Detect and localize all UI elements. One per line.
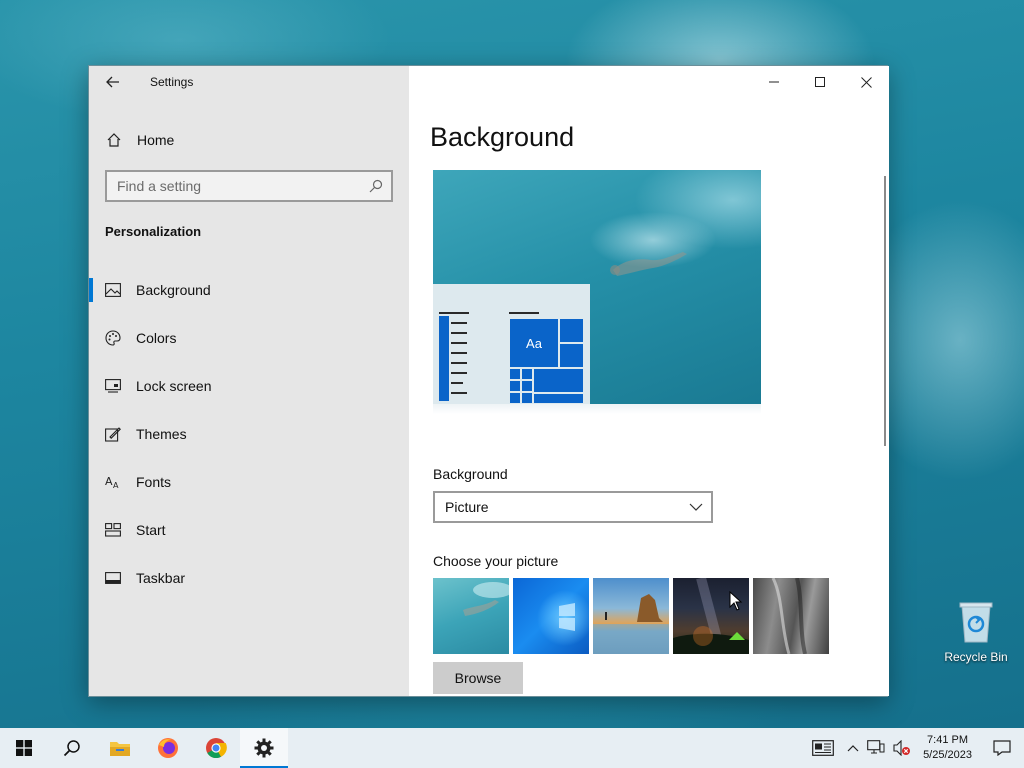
window-controls — [751, 66, 889, 98]
system-tray: 7:41 PM 5/25/2023 — [803, 728, 1024, 768]
browse-button[interactable]: Browse — [433, 662, 523, 694]
notification-icon — [993, 740, 1011, 756]
search-icon — [63, 740, 80, 757]
background-preview: Aa — [433, 170, 761, 404]
lock-screen-icon — [89, 379, 136, 393]
picture-thumbnail-1[interactable] — [433, 578, 509, 654]
chevron-down-icon — [689, 503, 703, 511]
search-placeholder: Find a setting — [117, 178, 202, 194]
picture-thumbnail-5[interactable] — [753, 578, 829, 654]
themes-icon — [89, 426, 136, 442]
windows-start-icon — [16, 740, 32, 756]
chrome-icon — [206, 738, 227, 759]
sidebar-item-label: Taskbar — [136, 570, 186, 586]
news-widget-button[interactable] — [803, 728, 843, 768]
swimmer-figure — [610, 252, 687, 276]
background-type-dropdown[interactable]: Picture — [433, 491, 713, 523]
volume-button[interactable] — [889, 728, 915, 768]
taskbar-icon — [89, 572, 136, 584]
title-bar: Settings — [89, 66, 409, 98]
mouse-cursor-icon — [729, 591, 743, 611]
clock-date: 5/25/2023 — [923, 749, 972, 761]
firefox-icon — [158, 738, 178, 758]
sidebar-item-label: Fonts — [136, 474, 172, 490]
clock-time: 7:41 PM — [927, 734, 969, 746]
chrome-button[interactable] — [192, 728, 240, 768]
network-icon — [867, 740, 885, 754]
fonts-icon: AA — [89, 475, 136, 489]
sidebar-item-label: Background — [136, 282, 211, 298]
settings-taskbar-button[interactable] — [240, 728, 288, 768]
preview-start-menu: Aa — [433, 284, 590, 404]
search-input[interactable]: Find a setting — [105, 170, 393, 202]
maximize-button[interactable] — [797, 66, 843, 98]
sidebar-item-themes[interactable]: Themes — [89, 410, 409, 458]
sidebar-item-fonts[interactable]: AA Fonts — [89, 458, 409, 506]
firefox-button[interactable] — [144, 728, 192, 768]
sidebar-item-start[interactable]: Start — [89, 506, 409, 554]
sidebar-item-label: Start — [136, 522, 166, 538]
file-explorer-icon — [110, 742, 130, 756]
start-button[interactable] — [0, 728, 48, 768]
scrollbar[interactable] — [884, 176, 886, 446]
picture-thumbnail-2[interactable] — [513, 578, 589, 654]
settings-window: Settings Home Find a setting Personaliza… — [88, 65, 889, 697]
recycle-bin-label: Recycle Bin — [944, 650, 1008, 664]
taskbar: 7:41 PM 5/25/2023 — [0, 728, 1024, 768]
settings-sidebar: Settings Home Find a setting Personaliza… — [89, 66, 409, 696]
page-title: Background — [430, 122, 575, 152]
close-icon — [860, 76, 872, 88]
app-title: Settings — [150, 75, 194, 89]
back-button[interactable] — [89, 66, 137, 98]
news-icon — [812, 740, 834, 756]
preview-tile-aa: Aa — [509, 318, 559, 368]
picture-thumbnail-3[interactable] — [593, 578, 669, 654]
show-hidden-icons-button[interactable] — [843, 728, 863, 768]
sidebar-item-colors[interactable]: Colors — [89, 314, 409, 362]
chevron-up-icon — [847, 745, 859, 752]
sidebar-item-label: Themes — [136, 426, 187, 442]
picture-thumbnails — [433, 578, 829, 654]
notifications-button[interactable] — [980, 728, 1024, 768]
maximize-icon — [815, 77, 825, 87]
network-button[interactable] — [863, 728, 889, 768]
sidebar-item-taskbar[interactable]: Taskbar — [89, 554, 409, 602]
svg-text:A: A — [105, 475, 113, 488]
home-nav-item[interactable]: Home — [89, 122, 409, 158]
svg-text:A: A — [113, 481, 119, 489]
recycle-bin-icon — [958, 600, 994, 644]
section-title: Personalization — [105, 224, 202, 239]
close-button[interactable] — [843, 66, 889, 98]
sidebar-item-lock-screen[interactable]: Lock screen — [89, 362, 409, 410]
choose-picture-label: Choose your picture — [433, 553, 559, 569]
back-arrow-icon — [106, 76, 119, 88]
clock[interactable]: 7:41 PM 5/25/2023 — [915, 733, 980, 763]
start-icon — [89, 523, 136, 537]
settings-main: Background Aa Background Picture Choose … — [409, 66, 889, 696]
personalization-nav: Background Colors Lock screen Themes A A… — [89, 266, 409, 602]
dropdown-value: Picture — [445, 499, 489, 515]
volume-muted-icon — [893, 740, 911, 756]
minimize-icon — [769, 81, 779, 83]
background-label: Background — [433, 466, 508, 482]
sidebar-item-background[interactable]: Background — [89, 266, 409, 314]
minimize-button[interactable] — [751, 66, 797, 98]
taskbar-search-button[interactable] — [48, 728, 96, 768]
file-explorer-button[interactable] — [96, 728, 144, 768]
sidebar-item-label: Lock screen — [136, 378, 212, 394]
palette-icon — [89, 330, 136, 346]
home-label: Home — [137, 132, 175, 148]
search-icon — [369, 179, 383, 193]
sidebar-item-label: Colors — [136, 330, 177, 346]
picture-icon — [89, 283, 136, 297]
settings-icon — [254, 738, 274, 758]
home-icon — [89, 132, 137, 148]
recycle-bin-shortcut[interactable]: Recycle Bin — [940, 600, 1012, 664]
picture-thumbnail-4[interactable] — [673, 578, 749, 654]
